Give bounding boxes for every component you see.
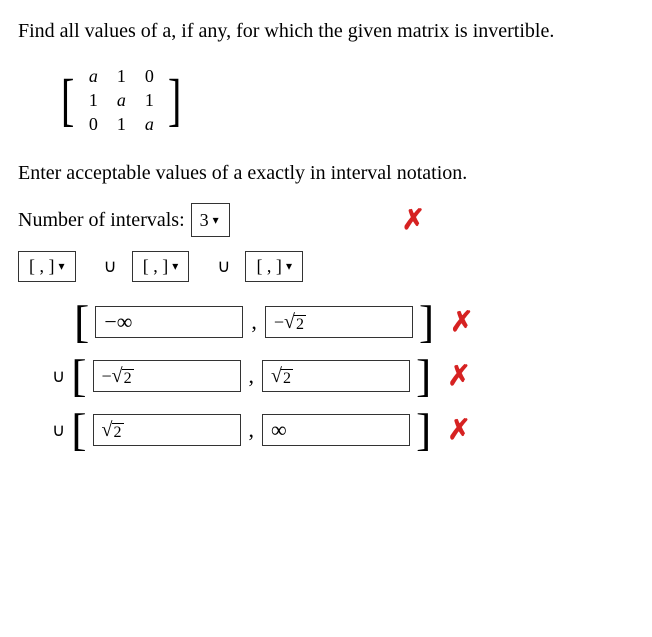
matrix-grid: a 1 0 1 a 1 0 1 a bbox=[77, 62, 165, 138]
matrix-cell: 1 bbox=[117, 66, 126, 87]
matrix-cell: 1 bbox=[145, 90, 154, 111]
question-text: Find all values of a, if any, for which … bbox=[18, 18, 634, 44]
union-symbol: ∪ bbox=[104, 256, 117, 276]
bracket-select-1[interactable]: [ , ] ▾ bbox=[18, 251, 76, 282]
wrong-icon: ✗ bbox=[447, 359, 470, 393]
right-bracket: ] bbox=[416, 356, 431, 396]
matrix-left-bracket: [ bbox=[61, 71, 75, 129]
matrix-cell: a bbox=[117, 90, 126, 111]
interval-right-input[interactable]: ∞ bbox=[262, 414, 410, 446]
value-sqrt2: √2 bbox=[102, 419, 124, 442]
union-symbol: ∪ bbox=[217, 256, 230, 276]
num-intervals-select[interactable]: 3 ▾ bbox=[191, 203, 230, 237]
matrix-cell: 0 bbox=[145, 66, 154, 87]
interval-right-input[interactable]: √2 bbox=[262, 360, 410, 392]
caret-icon: ▾ bbox=[172, 259, 178, 274]
interval-row-3: ∪ [ √2 , ∞ ] ✗ bbox=[52, 410, 634, 450]
value-neg-sqrt2: −√2 bbox=[274, 311, 306, 334]
caret-icon: ▾ bbox=[59, 259, 65, 274]
matrix-cell: 0 bbox=[89, 114, 98, 135]
right-bracket: ] bbox=[416, 410, 431, 450]
wrong-icon: ✗ bbox=[450, 305, 473, 339]
value-infinity: ∞ bbox=[271, 417, 287, 443]
left-bracket: [ bbox=[71, 356, 86, 396]
matrix-cell: 1 bbox=[117, 114, 126, 135]
matrix-cell: a bbox=[145, 114, 154, 135]
right-bracket: ] bbox=[419, 302, 434, 342]
value-minus-infinity: −∞ bbox=[104, 309, 132, 335]
comma: , bbox=[249, 363, 255, 389]
num-intervals-value: 3 bbox=[200, 210, 209, 231]
left-bracket: [ bbox=[71, 410, 86, 450]
interval-row-1: [ −∞ , −√2 ] ✗ bbox=[74, 302, 634, 342]
matrix-cell: a bbox=[89, 66, 98, 87]
left-bracket: [ bbox=[74, 302, 89, 342]
interval-right-input[interactable]: −√2 bbox=[265, 306, 413, 338]
caret-icon: ▾ bbox=[286, 259, 292, 274]
num-intervals-row: Number of intervals: 3 ▾ ✗ bbox=[18, 203, 634, 237]
interval-left-input[interactable]: −√2 bbox=[93, 360, 241, 392]
wrong-icon: ✗ bbox=[447, 413, 470, 447]
comma: , bbox=[251, 309, 257, 335]
matrix-right-bracket: ] bbox=[168, 71, 182, 129]
num-intervals-label: Number of intervals: bbox=[18, 209, 185, 232]
bracket-type-row: [ , ] ▾ ∪ [ , ] ▾ ∪ [ , ] ▾ bbox=[18, 251, 634, 282]
bracket-select-3[interactable]: [ , ] ▾ bbox=[245, 251, 303, 282]
interval-row-2: ∪ [ −√2 , √2 ] ✗ bbox=[52, 356, 634, 396]
caret-icon: ▾ bbox=[213, 213, 219, 228]
bracket-select-2[interactable]: [ , ] ▾ bbox=[132, 251, 190, 282]
bracket-select-label: [ , ] bbox=[143, 256, 169, 277]
interval-left-input[interactable]: −∞ bbox=[95, 306, 243, 338]
value-neg-sqrt2: −√2 bbox=[102, 365, 134, 388]
matrix: [ a 1 0 1 a 1 0 1 a ] bbox=[58, 62, 634, 138]
bracket-select-label: [ , ] bbox=[256, 256, 282, 277]
bracket-select-label: [ , ] bbox=[29, 256, 55, 277]
interval-left-input[interactable]: √2 bbox=[93, 414, 241, 446]
instruction-text: Enter acceptable values of a exactly in … bbox=[18, 162, 634, 185]
union-symbol: ∪ bbox=[52, 366, 65, 387]
value-sqrt2: √2 bbox=[271, 365, 293, 388]
comma: , bbox=[249, 417, 255, 443]
matrix-cell: 1 bbox=[89, 90, 98, 111]
union-symbol: ∪ bbox=[52, 420, 65, 441]
wrong-icon: ✗ bbox=[402, 203, 425, 237]
